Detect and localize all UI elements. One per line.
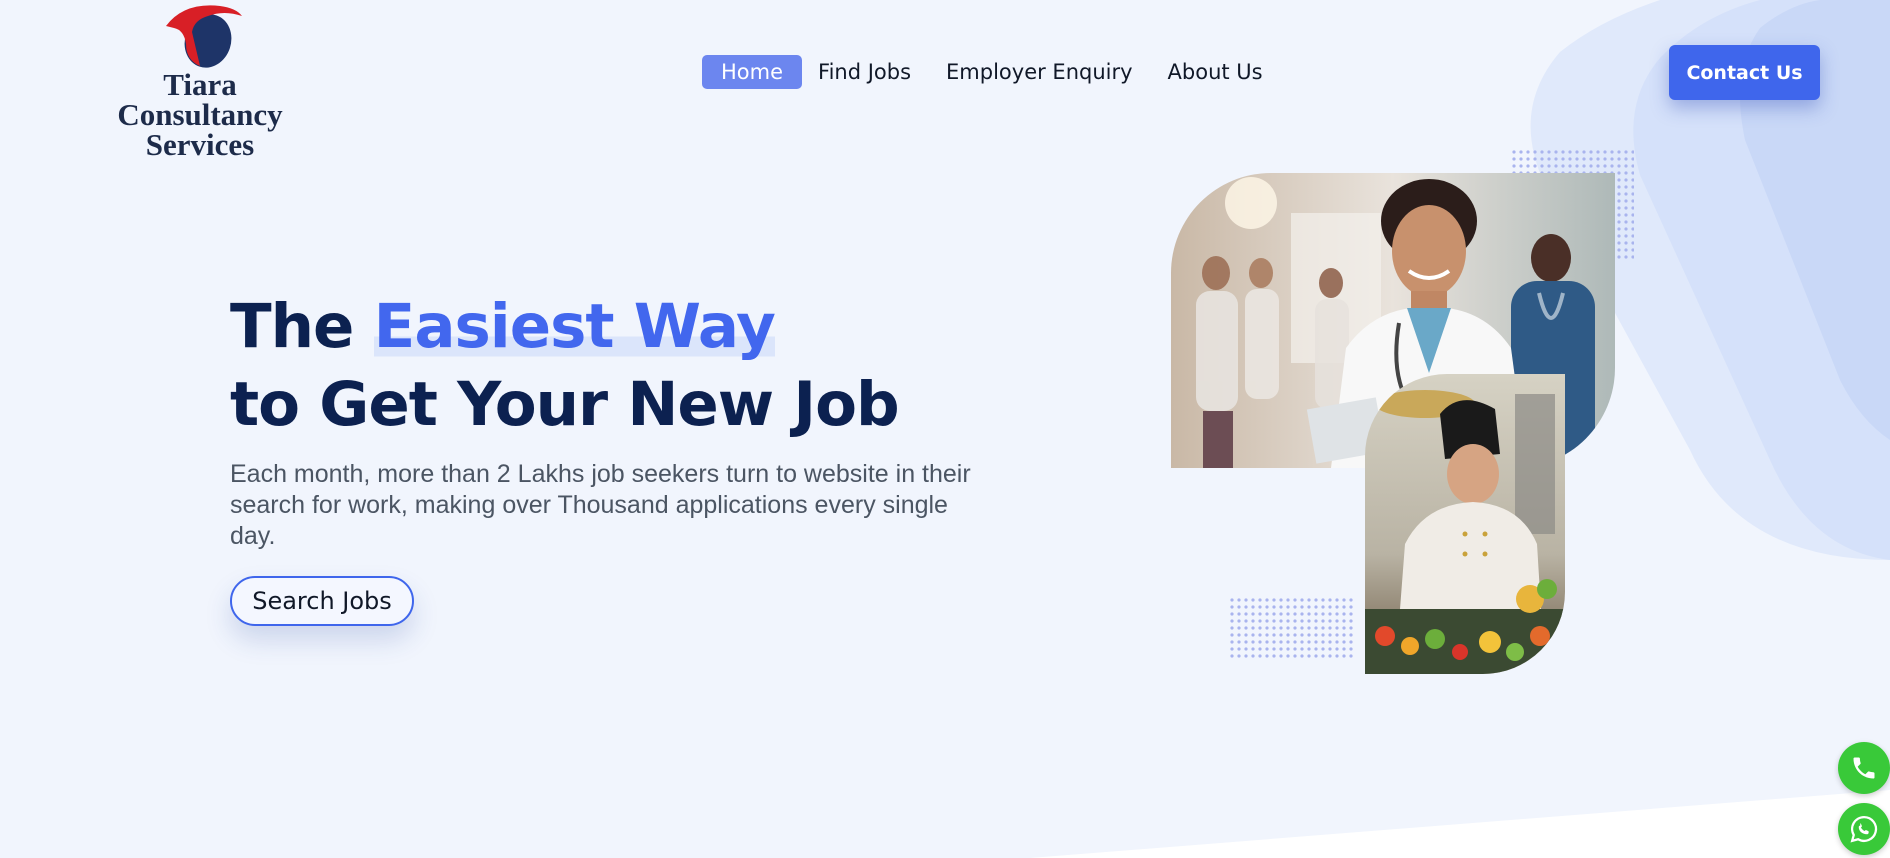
hero-description: Each month, more than 2 Lakhs job seeker… — [230, 460, 971, 550]
nav-item-about-us[interactable]: About Us — [1149, 55, 1282, 89]
nav-item-home[interactable]: Home — [702, 55, 803, 89]
call-button[interactable] — [1838, 742, 1890, 794]
brand-name: Tiara Consultancy Services — [80, 67, 320, 162]
hero-title: The Easiest Way to Get Your New Job — [230, 288, 900, 444]
nav-item-find-jobs[interactable]: Find Jobs — [799, 55, 930, 89]
whatsapp-icon — [1850, 815, 1878, 843]
hero-title-highlight: Easiest Way — [373, 291, 776, 362]
phone-icon — [1853, 757, 1875, 779]
brand-name-line2: Services — [145, 127, 255, 162]
hero-title-prefix: The — [230, 291, 374, 362]
search-jobs-button[interactable]: Search Jobs — [230, 576, 414, 626]
chef-photo — [1365, 374, 1565, 674]
contact-us-button[interactable]: Contact Us — [1669, 45, 1820, 100]
main-nav: Home Find Jobs Employer Enquiry About Us — [702, 55, 1279, 89]
brand-name-line1: Tiara Consultancy — [117, 67, 283, 132]
nav-item-employer-enquiry[interactable]: Employer Enquiry — [927, 55, 1152, 89]
whatsapp-button[interactable] — [1838, 803, 1890, 855]
dot-pattern-bottom — [1230, 598, 1356, 660]
tiara-logo-icon — [166, 5, 242, 68]
hero-title-line2: to Get Your New Job — [230, 369, 900, 440]
brand-logo[interactable]: Tiara Consultancy Services — [80, 2, 330, 160]
